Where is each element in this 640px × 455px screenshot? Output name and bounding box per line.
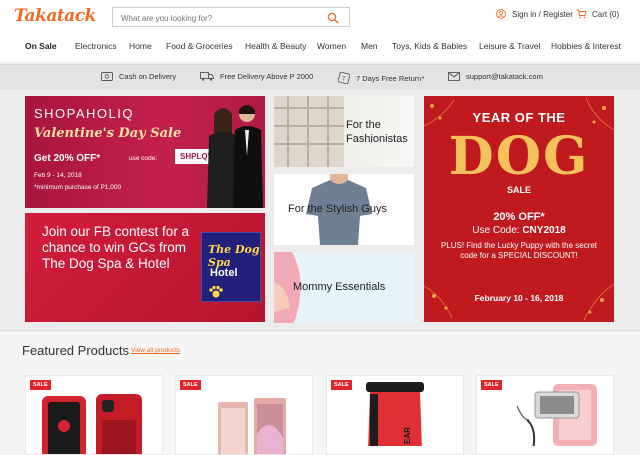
cash-icon [101, 72, 113, 81]
nav-item-women[interactable]: Women [317, 41, 346, 51]
perk-cash-on-delivery: Cash on Delivery [101, 72, 176, 81]
site-header: Takatack Sign in / Register Cart (0) On … [0, 0, 640, 62]
year-of-the-dog-banner[interactable]: YEAR OF THE DOG SALE 20% OFF* Use Code: … [424, 96, 614, 322]
nav-item-health-beauty[interactable]: Health & Beauty [245, 41, 306, 51]
stylish-guys-label: For the Stylish Guys [288, 203, 388, 215]
category-nav: On Sale Electronics Home Food & Grocerie… [0, 38, 640, 58]
cart-icon [576, 9, 587, 19]
takatack-logo[interactable]: Takatack [14, 6, 96, 26]
fashionistas-banner[interactable]: For the Fashionistas [274, 96, 414, 167]
fashionistas-label: For the Fashionistas [346, 119, 408, 145]
dog-headline: DOG [448, 126, 590, 187]
dog-offer: 20% OFF* [493, 211, 545, 223]
nav-item-men[interactable]: Men [361, 41, 378, 51]
dry-bag-icon: EAR [366, 382, 424, 446]
phone-case-icon [42, 394, 142, 454]
perk-label: Cash on Delivery [119, 72, 177, 81]
dog-spa-logo: The Dog Spa Hotel [201, 232, 261, 302]
couple-photo [207, 105, 263, 208]
return-box-icon: 7 [338, 72, 350, 84]
shopaholiq-brand: SHOPAHOLIQ [34, 106, 135, 121]
account-label[interactable]: Sign in / Register [512, 10, 573, 19]
sale-badge: SALE [30, 380, 51, 390]
product-card[interactable]: SALE EAR [326, 375, 464, 455]
perk-free-delivery: Free Delivery Above P 2000 [200, 72, 313, 81]
dog-sale-dates: February 10 - 16, 2018 [474, 293, 564, 303]
sale-badge: SALE [180, 380, 201, 390]
paw-icon [209, 285, 223, 298]
svg-text:EAR: EAR [403, 427, 412, 444]
product-card[interactable]: SALE [476, 375, 614, 455]
perk-label[interactable]: support@takatack.com [466, 72, 543, 81]
smartphone-icon [218, 398, 286, 454]
mommy-essentials-label: Mommy Essentials [293, 281, 386, 293]
featured-products-title: Featured Products [22, 343, 129, 358]
lucky-puppy-text: PLUS! Find the Lucky Puppy with the secr… [440, 241, 598, 260]
nav-item-electronics[interactable]: Electronics [75, 41, 117, 51]
search-input[interactable] [113, 9, 313, 28]
nav-item-leisure-travel[interactable]: Leisure & Travel [479, 41, 540, 51]
valentines-headline: Valentine's Day Sale [34, 126, 182, 141]
offer-text: Get 20% OFF* [34, 153, 101, 164]
search-icon[interactable] [327, 11, 339, 29]
truck-icon [200, 72, 214, 81]
fb-contest-banner[interactable]: Join our FB contest for a chance to win … [25, 213, 265, 322]
mail-icon [448, 72, 460, 81]
dog-use-code: Use Code: CNY2018 [424, 225, 614, 236]
sign-in-register-link[interactable]: Sign in / Register [496, 9, 573, 19]
sale-badge: SALE [331, 380, 352, 390]
perk-label: Free Delivery Above P 2000 [220, 72, 314, 81]
product-card[interactable]: SALE [175, 375, 313, 455]
nav-item-home[interactable]: Home [129, 41, 152, 51]
search-bar[interactable] [112, 7, 350, 29]
user-icon [496, 9, 506, 19]
minimum-purchase-note: *minimum purchase of P1,000 [34, 184, 122, 191]
perks-bar: Cash on Delivery Free Delivery Above P 2… [0, 64, 640, 90]
perk-free-return: 7 7 Days Free Return* [338, 72, 424, 84]
fb-contest-text: Join our FB contest for a chance to win … [42, 224, 190, 271]
dog-sale-label: SALE [506, 185, 531, 195]
nav-item-food-groceries[interactable]: Food & Groceries [166, 41, 233, 51]
year-of-the-label: YEAR OF THE [472, 110, 566, 125]
svg-text:7: 7 [342, 77, 346, 83]
mommy-essentials-banner[interactable]: Mommy Essentials [274, 252, 414, 323]
shopaholiq-valentines-banner[interactable]: SHOPAHOLIQ Valentine's Day Sale Get 20% … [25, 96, 265, 208]
dog-spa-logo-line1: The Dog Spa [208, 243, 260, 269]
cart-label[interactable]: Cart (0) [592, 10, 619, 19]
sale-dates: Feb 9 - 14, 2018 [34, 172, 82, 179]
stylish-guys-banner[interactable]: For the Stylish Guys [274, 174, 414, 245]
nav-item-on-sale[interactable]: On Sale [25, 41, 57, 51]
product-card[interactable]: SALE [25, 375, 163, 455]
perk-support-email[interactable]: support@takatack.com [448, 72, 543, 81]
use-code-label: use code: [129, 155, 158, 162]
use-code-label: Use Code: [472, 225, 520, 236]
nav-item-hobbies-interest[interactable]: Hobbies & Interest [551, 41, 621, 51]
cart-link[interactable]: Cart (0) [576, 9, 619, 19]
selfie-stick-icon [516, 384, 597, 446]
dog-spa-logo-line2: Hotel [210, 267, 238, 279]
dog-promo-code: CNY2018 [522, 225, 566, 236]
nav-item-toys-kids-babies[interactable]: Toys, Kids & Babies [392, 41, 467, 51]
view-all-products-link[interactable]: View all products [131, 347, 180, 354]
plaid-shirt-photo [274, 96, 344, 167]
perk-label: 7 Days Free Return* [356, 73, 425, 83]
